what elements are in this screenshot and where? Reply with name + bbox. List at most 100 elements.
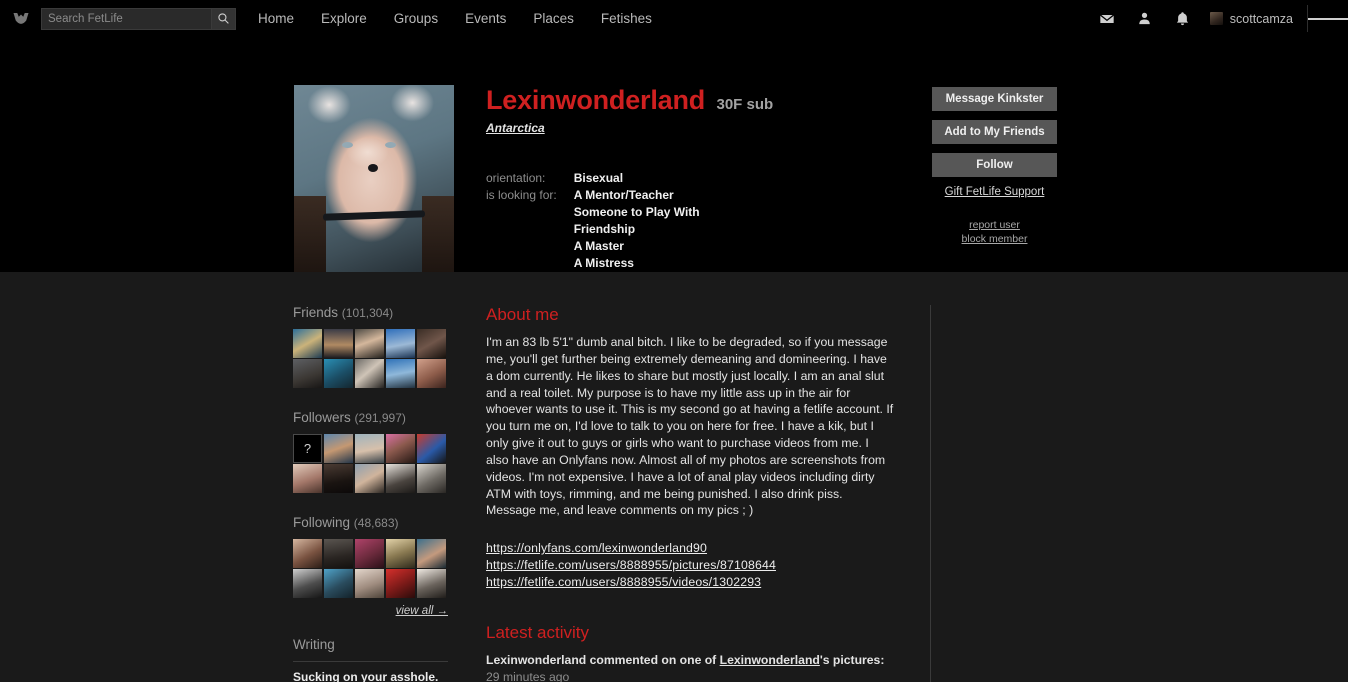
latest-activity-section: Latest activity Lexinwonderland commente…: [486, 623, 896, 682]
list-item[interactable]: [293, 539, 322, 568]
following-label: Following: [293, 515, 351, 530]
writing-heading: Writing: [293, 637, 448, 652]
list-item[interactable]: [355, 434, 384, 463]
activity-suffix: 's pictures:: [819, 653, 885, 668]
list-item[interactable]: [324, 539, 353, 568]
list-item[interactable]: [324, 464, 353, 493]
list-item[interactable]: [355, 329, 384, 358]
fact-value-orientation: Bisexual: [573, 171, 624, 185]
fact-value-looking-for-1: Someone to Play With: [573, 204, 700, 219]
list-item[interactable]: [355, 539, 384, 568]
fact-value-looking-for-0: A Mentor/Teacher: [573, 187, 674, 202]
profile-external-links: https://onlyfans.com/lexinwonderland90 h…: [486, 540, 896, 591]
view-all-link[interactable]: view all →: [293, 605, 448, 617]
profile-identity: Lexinwonderland 30F sub Antarctica: [486, 85, 773, 135]
search-box[interactable]: [41, 7, 236, 30]
search-icon[interactable]: [211, 8, 235, 29]
about-me-heading: About me: [486, 305, 559, 324]
list-item[interactable]: [417, 359, 446, 388]
list-item[interactable]: [355, 569, 384, 598]
nav-right-cluster: scottcamza: [1088, 0, 1348, 37]
list-item[interactable]: [386, 464, 415, 493]
block-member-link[interactable]: block member: [932, 232, 1057, 246]
nav-link-home[interactable]: Home: [258, 11, 294, 26]
current-username: scottcamza: [1229, 11, 1293, 26]
add-to-friends-button[interactable]: Add to My Friends: [932, 120, 1057, 144]
profile-actions: Message Kinkster Add to My Friends Follo…: [932, 87, 1057, 246]
profile-facts: orientation: Bisexual is looking for: A …: [486, 170, 700, 288]
writing-block: Writing Sucking on your asshole. 172 com…: [293, 637, 448, 682]
photo-detail-eye-left: [342, 142, 353, 149]
profile-header: view pics (1,935) | view vids (6) Lexinw…: [0, 37, 1348, 297]
friends-thumbnails: [293, 329, 448, 388]
activity-target-link[interactable]: Lexinwonderland: [720, 653, 820, 667]
bell-icon[interactable]: [1164, 0, 1202, 37]
list-item[interactable]: [417, 539, 446, 568]
list-item-placeholder[interactable]: ?: [293, 434, 322, 463]
external-link-videos[interactable]: https://fetlife.com/users/8888955/videos…: [486, 574, 896, 591]
person-icon[interactable]: [1126, 0, 1164, 37]
photo-detail-hair-right: [422, 195, 454, 283]
report-user-link[interactable]: report user: [932, 218, 1057, 232]
list-item[interactable]: [324, 434, 353, 463]
list-item[interactable]: [293, 359, 322, 388]
friends-block: Friends (101,304): [293, 305, 448, 388]
fact-key-orientation: orientation:: [486, 171, 546, 185]
fetlife-bat-logo-icon[interactable]: [8, 10, 34, 28]
writing-divider: [293, 661, 448, 662]
hamburger-menu-icon[interactable]: [1308, 0, 1348, 37]
following-heading: Following (48,683): [293, 515, 448, 530]
list-item[interactable]: [293, 464, 322, 493]
profile-photo[interactable]: [293, 84, 455, 284]
main-content: About me I'm an 83 lb 5'1" dumb anal bit…: [486, 305, 896, 682]
activity-verb: commented on one of: [586, 653, 720, 668]
page-title: Lexinwonderland: [486, 85, 706, 115]
photo-detail-hair-left: [294, 195, 326, 283]
follow-button[interactable]: Follow: [932, 153, 1057, 177]
list-item[interactable]: [293, 329, 322, 358]
search-input[interactable]: [42, 8, 211, 29]
list-item[interactable]: [386, 434, 415, 463]
message-kinkster-button[interactable]: Message Kinkster: [932, 87, 1057, 111]
list-item[interactable]: [417, 464, 446, 493]
column-divider: [930, 305, 931, 682]
nav-link-explore[interactable]: Explore: [321, 11, 367, 26]
list-item[interactable]: [324, 329, 353, 358]
following-block: Following (48,683) view all →: [293, 515, 448, 617]
current-user-menu[interactable]: scottcamza: [1209, 11, 1293, 26]
nav-link-fetishes[interactable]: Fetishes: [601, 11, 652, 26]
profile-location-link[interactable]: Antarctica: [486, 121, 773, 135]
writing-title[interactable]: Sucking on your asshole.: [293, 670, 448, 682]
friends-count: (101,304): [341, 306, 394, 320]
list-item[interactable]: [355, 464, 384, 493]
list-item[interactable]: [417, 329, 446, 358]
activity-timestamp: 29 minutes ago: [486, 670, 570, 682]
primary-nav-links: Home Explore Groups Events Places Fetish…: [258, 11, 679, 26]
followers-label: Followers: [293, 410, 351, 425]
external-link-onlyfans[interactable]: https://onlyfans.com/lexinwonderland90: [486, 540, 896, 557]
list-item[interactable]: [386, 539, 415, 568]
mail-icon[interactable]: [1088, 0, 1126, 37]
nav-link-events[interactable]: Events: [465, 11, 506, 26]
gift-fetlife-support-link[interactable]: Gift FetLife Support: [932, 186, 1057, 198]
friends-label: Friends: [293, 305, 339, 320]
nav-link-groups[interactable]: Groups: [394, 11, 438, 26]
writing-label: Writing: [293, 637, 335, 652]
fact-value-looking-for-2: Friendship: [573, 221, 636, 236]
list-item[interactable]: [324, 569, 353, 598]
following-count: (48,683): [353, 516, 399, 530]
list-item[interactable]: [417, 569, 446, 598]
activity-line: Lexinwonderland commented on one of Lexi…: [486, 652, 896, 682]
list-item[interactable]: [386, 329, 415, 358]
list-item[interactable]: [386, 569, 415, 598]
nav-link-places[interactable]: Places: [533, 11, 574, 26]
list-item[interactable]: [324, 359, 353, 388]
list-item[interactable]: [417, 434, 446, 463]
photo-detail-eye-right: [385, 142, 397, 149]
top-navigation-bar: Home Explore Groups Events Places Fetish…: [0, 0, 1348, 37]
list-item[interactable]: [355, 359, 384, 388]
list-item[interactable]: [386, 359, 415, 388]
external-link-pictures[interactable]: https://fetlife.com/users/8888955/pictur…: [486, 557, 896, 574]
fact-value-looking-for-3: A Master: [573, 238, 624, 253]
list-item[interactable]: [293, 569, 322, 598]
